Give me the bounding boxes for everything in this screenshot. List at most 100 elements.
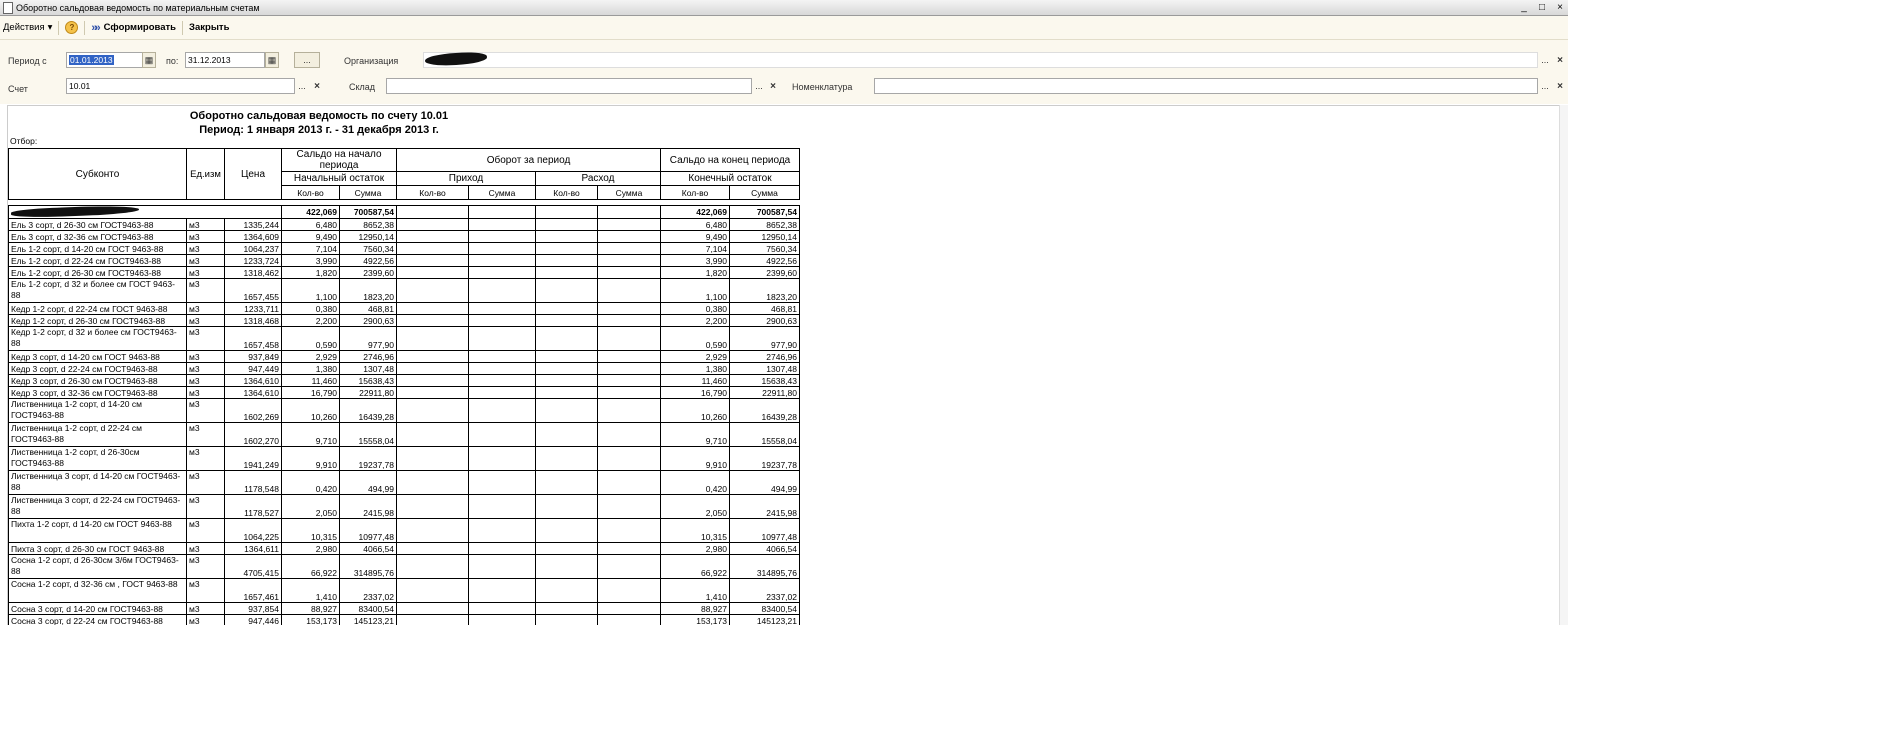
row-end-sum: 2415,98 bbox=[729, 494, 800, 519]
row-start-sum: 15638,43 bbox=[339, 374, 397, 387]
period-from-input[interactable]: 01.01.2013 bbox=[66, 52, 143, 68]
row-start-sum: 145123,21 bbox=[339, 614, 397, 625]
group-end-qty: 422,069 bbox=[660, 205, 730, 219]
table-row[interactable]: Кедр 3 сорт, d 22-24 см ГОСТ9463-88 м3 947… bbox=[8, 362, 800, 375]
row-unit: м3 bbox=[186, 278, 225, 303]
org-clear-button[interactable]: × bbox=[1553, 52, 1567, 68]
row-unit: м3 bbox=[186, 218, 225, 231]
row-start-qty: 2,050 bbox=[281, 494, 340, 519]
period-to-input[interactable]: 31.12.2013 bbox=[185, 52, 265, 68]
warehouse-select-button[interactable]: ... bbox=[752, 78, 766, 94]
group-name bbox=[8, 205, 282, 219]
row-price: 1335,244 bbox=[224, 218, 282, 231]
close-window-button[interactable]: × bbox=[1554, 2, 1566, 14]
table-row[interactable]: Ель 1-2 сорт, d 26-30 см ГОСТ9463-88 м3 13… bbox=[8, 266, 800, 279]
row-unit: м3 bbox=[186, 362, 225, 375]
row-end-qty: 153,173 bbox=[660, 614, 730, 625]
row-unit: м3 bbox=[186, 302, 225, 315]
maximize-button[interactable]: □ bbox=[1536, 2, 1548, 14]
expense-subheader: Расход bbox=[535, 171, 661, 186]
help-button[interactable]: ? bbox=[65, 21, 79, 34]
table-row[interactable]: Лиственница 1-2 сорт, d 22-24 см ГОСТ946… bbox=[8, 422, 800, 447]
filter-form: Период с 01.01.2013 ▦ по: 31.12.2013 ▦ .… bbox=[0, 40, 1568, 104]
row-start-sum: 12950,14 bbox=[339, 230, 397, 243]
vertical-scrollbar[interactable] bbox=[1559, 105, 1568, 625]
table-row[interactable]: Лиственница 1-2 сорт, d 14-20 см ГОСТ946… bbox=[8, 398, 800, 423]
generate-button[interactable]: »» Сформировать bbox=[91, 22, 176, 34]
row-end-qty: 7,104 bbox=[660, 242, 730, 255]
nomenclature-clear-button[interactable]: × bbox=[1553, 78, 1567, 94]
table-row[interactable]: Кедр 3 сорт, d 26-30 см ГОСТ9463-88 м3 136… bbox=[8, 374, 800, 387]
table-row[interactable]: Ель 1-2 сорт, d 14-20 см ГОСТ 9463-88 м3 1… bbox=[8, 242, 800, 255]
table-row[interactable]: Ель 3 сорт, d 26-30 см ГОСТ9463-88 м3 1335… bbox=[8, 218, 800, 231]
row-start-qty: 1,380 bbox=[281, 362, 340, 375]
table-row[interactable]: Лиственница 3 сорт, d 22-24 см ГОСТ9463-… bbox=[8, 494, 800, 519]
row-start-qty: 10,315 bbox=[281, 518, 340, 543]
close-button[interactable]: Закрыть bbox=[189, 22, 229, 33]
row-end-sum: 19237,78 bbox=[729, 446, 800, 471]
account-select-button[interactable]: ... bbox=[295, 78, 309, 94]
nomenclature-select-button[interactable]: ... bbox=[1538, 78, 1552, 94]
row-unit: м3 bbox=[186, 446, 225, 471]
table-row[interactable]: Лиственница 3 сорт, d 14-20 см ГОСТ9463-… bbox=[8, 470, 800, 495]
account-clear-button[interactable]: × bbox=[310, 78, 324, 94]
row-end-sum: 4066,54 bbox=[729, 542, 800, 555]
nomenclature-input[interactable] bbox=[874, 78, 1538, 94]
row-start-qty: 11,460 bbox=[281, 374, 340, 387]
row-start-qty: 9,490 bbox=[281, 230, 340, 243]
table-row[interactable]: Пихта 3 сорт, d 26-30 см ГОСТ 9463-88 м3 1… bbox=[8, 542, 800, 555]
row-end-qty: 9,710 bbox=[660, 422, 730, 447]
row-unit: м3 bbox=[186, 422, 225, 447]
filter-label: Отбор: bbox=[10, 136, 38, 146]
calendar-icon[interactable]: ▦ bbox=[142, 52, 156, 68]
table-row[interactable]: Сосна 3 сорт, d 14-20 см ГОСТ9463-88 м3 93… bbox=[8, 602, 800, 615]
row-price: 1178,548 bbox=[224, 470, 282, 495]
row-start-sum: 10977,48 bbox=[339, 518, 397, 543]
group-row[interactable]: 422,069 700587,54 422,069 700587,54 bbox=[8, 205, 800, 219]
row-name: Лиственница 1-2 сорт, d 14-20 см ГОСТ946… bbox=[8, 398, 187, 423]
table-row[interactable]: Ель 3 сорт, d 32-36 см ГОСТ9463-88 м3 1364… bbox=[8, 230, 800, 243]
table-row[interactable]: Пихта 1-2 сорт, d 14-20 см ГОСТ 9463-88 м… bbox=[8, 518, 800, 543]
row-unit: м3 bbox=[186, 398, 225, 423]
row-name: Кедр 1-2 сорт, d 26-30 см ГОСТ9463-88 bbox=[8, 314, 187, 327]
table-row[interactable]: Сосна 1-2 сорт, d 26-30см 3/6м ГОСТ9463-… bbox=[8, 554, 800, 579]
row-start-qty: 1,820 bbox=[281, 266, 340, 279]
table-row[interactable]: Ель 1-2 сорт, d 22-24 см ГОСТ9463-88 м3 12… bbox=[8, 254, 800, 267]
row-end-qty: 3,990 bbox=[660, 254, 730, 267]
qty-header: Кол-во bbox=[660, 185, 730, 200]
org-label: Организация bbox=[344, 56, 399, 66]
row-start-sum: 16439,28 bbox=[339, 398, 397, 423]
minimize-button[interactable]: _ bbox=[1518, 2, 1530, 14]
org-select-button[interactable]: ... bbox=[1538, 52, 1552, 68]
warehouse-input[interactable] bbox=[386, 78, 752, 94]
actions-menu[interactable]: Действия ▾ bbox=[3, 22, 52, 33]
end-balance-header: Сальдо на конец периода bbox=[660, 148, 800, 172]
row-unit: м3 bbox=[186, 314, 225, 327]
table-row[interactable]: Лиственница 1-2 сорт, d 26-30см ГОСТ9463… bbox=[8, 446, 800, 471]
table-row[interactable]: Сосна 3 сорт, d 22-24 см ГОСТ9463-88 м3 94… bbox=[8, 614, 800, 625]
warehouse-clear-button[interactable]: × bbox=[766, 78, 780, 94]
table-row[interactable]: Ель 1-2 сорт, d 32 и более см ГОСТ 9463-… bbox=[8, 278, 800, 303]
row-price: 1364,609 bbox=[224, 230, 282, 243]
row-price: 1233,724 bbox=[224, 254, 282, 267]
unit-header: Ед.изм bbox=[186, 148, 225, 200]
row-name: Лиственница 1-2 сорт, d 22-24 см ГОСТ946… bbox=[8, 422, 187, 447]
table-row[interactable]: Кедр 1-2 сорт, d 32 и более см ГОСТ9463-… bbox=[8, 326, 800, 351]
account-input[interactable]: 10.01 bbox=[66, 78, 295, 94]
table-row[interactable]: Кедр 1-2 сорт, d 26-30 см ГОСТ9463-88 м3 1… bbox=[8, 314, 800, 327]
row-end-qty: 11,460 bbox=[660, 374, 730, 387]
org-input[interactable] bbox=[423, 52, 1538, 68]
row-name: Ель 3 сорт, d 32-36 см ГОСТ9463-88 bbox=[8, 230, 187, 243]
table-row[interactable]: Кедр 3 сорт, d 32-36 см ГОСТ9463-88 м3 136… bbox=[8, 386, 800, 399]
sum-header: Сумма bbox=[339, 185, 397, 200]
row-end-qty: 9,910 bbox=[660, 446, 730, 471]
row-end-sum: 10977,48 bbox=[729, 518, 800, 543]
period-select-button[interactable]: ... bbox=[294, 52, 320, 68]
row-end-qty: 6,480 bbox=[660, 218, 730, 231]
table-row[interactable]: Кедр 1-2 сорт, d 22-24 см ГОСТ 9463-88 м3… bbox=[8, 302, 800, 315]
row-unit: м3 bbox=[186, 578, 225, 603]
table-row[interactable]: Сосна 1-2 сорт, d 32-36 см , ГОСТ 9463-8… bbox=[8, 578, 800, 603]
calendar-icon[interactable]: ▦ bbox=[265, 52, 279, 68]
table-row[interactable]: Кедр 3 сорт, d 14-20 см ГОСТ 9463-88 м3 93… bbox=[8, 350, 800, 363]
row-end-qty: 2,929 bbox=[660, 350, 730, 363]
